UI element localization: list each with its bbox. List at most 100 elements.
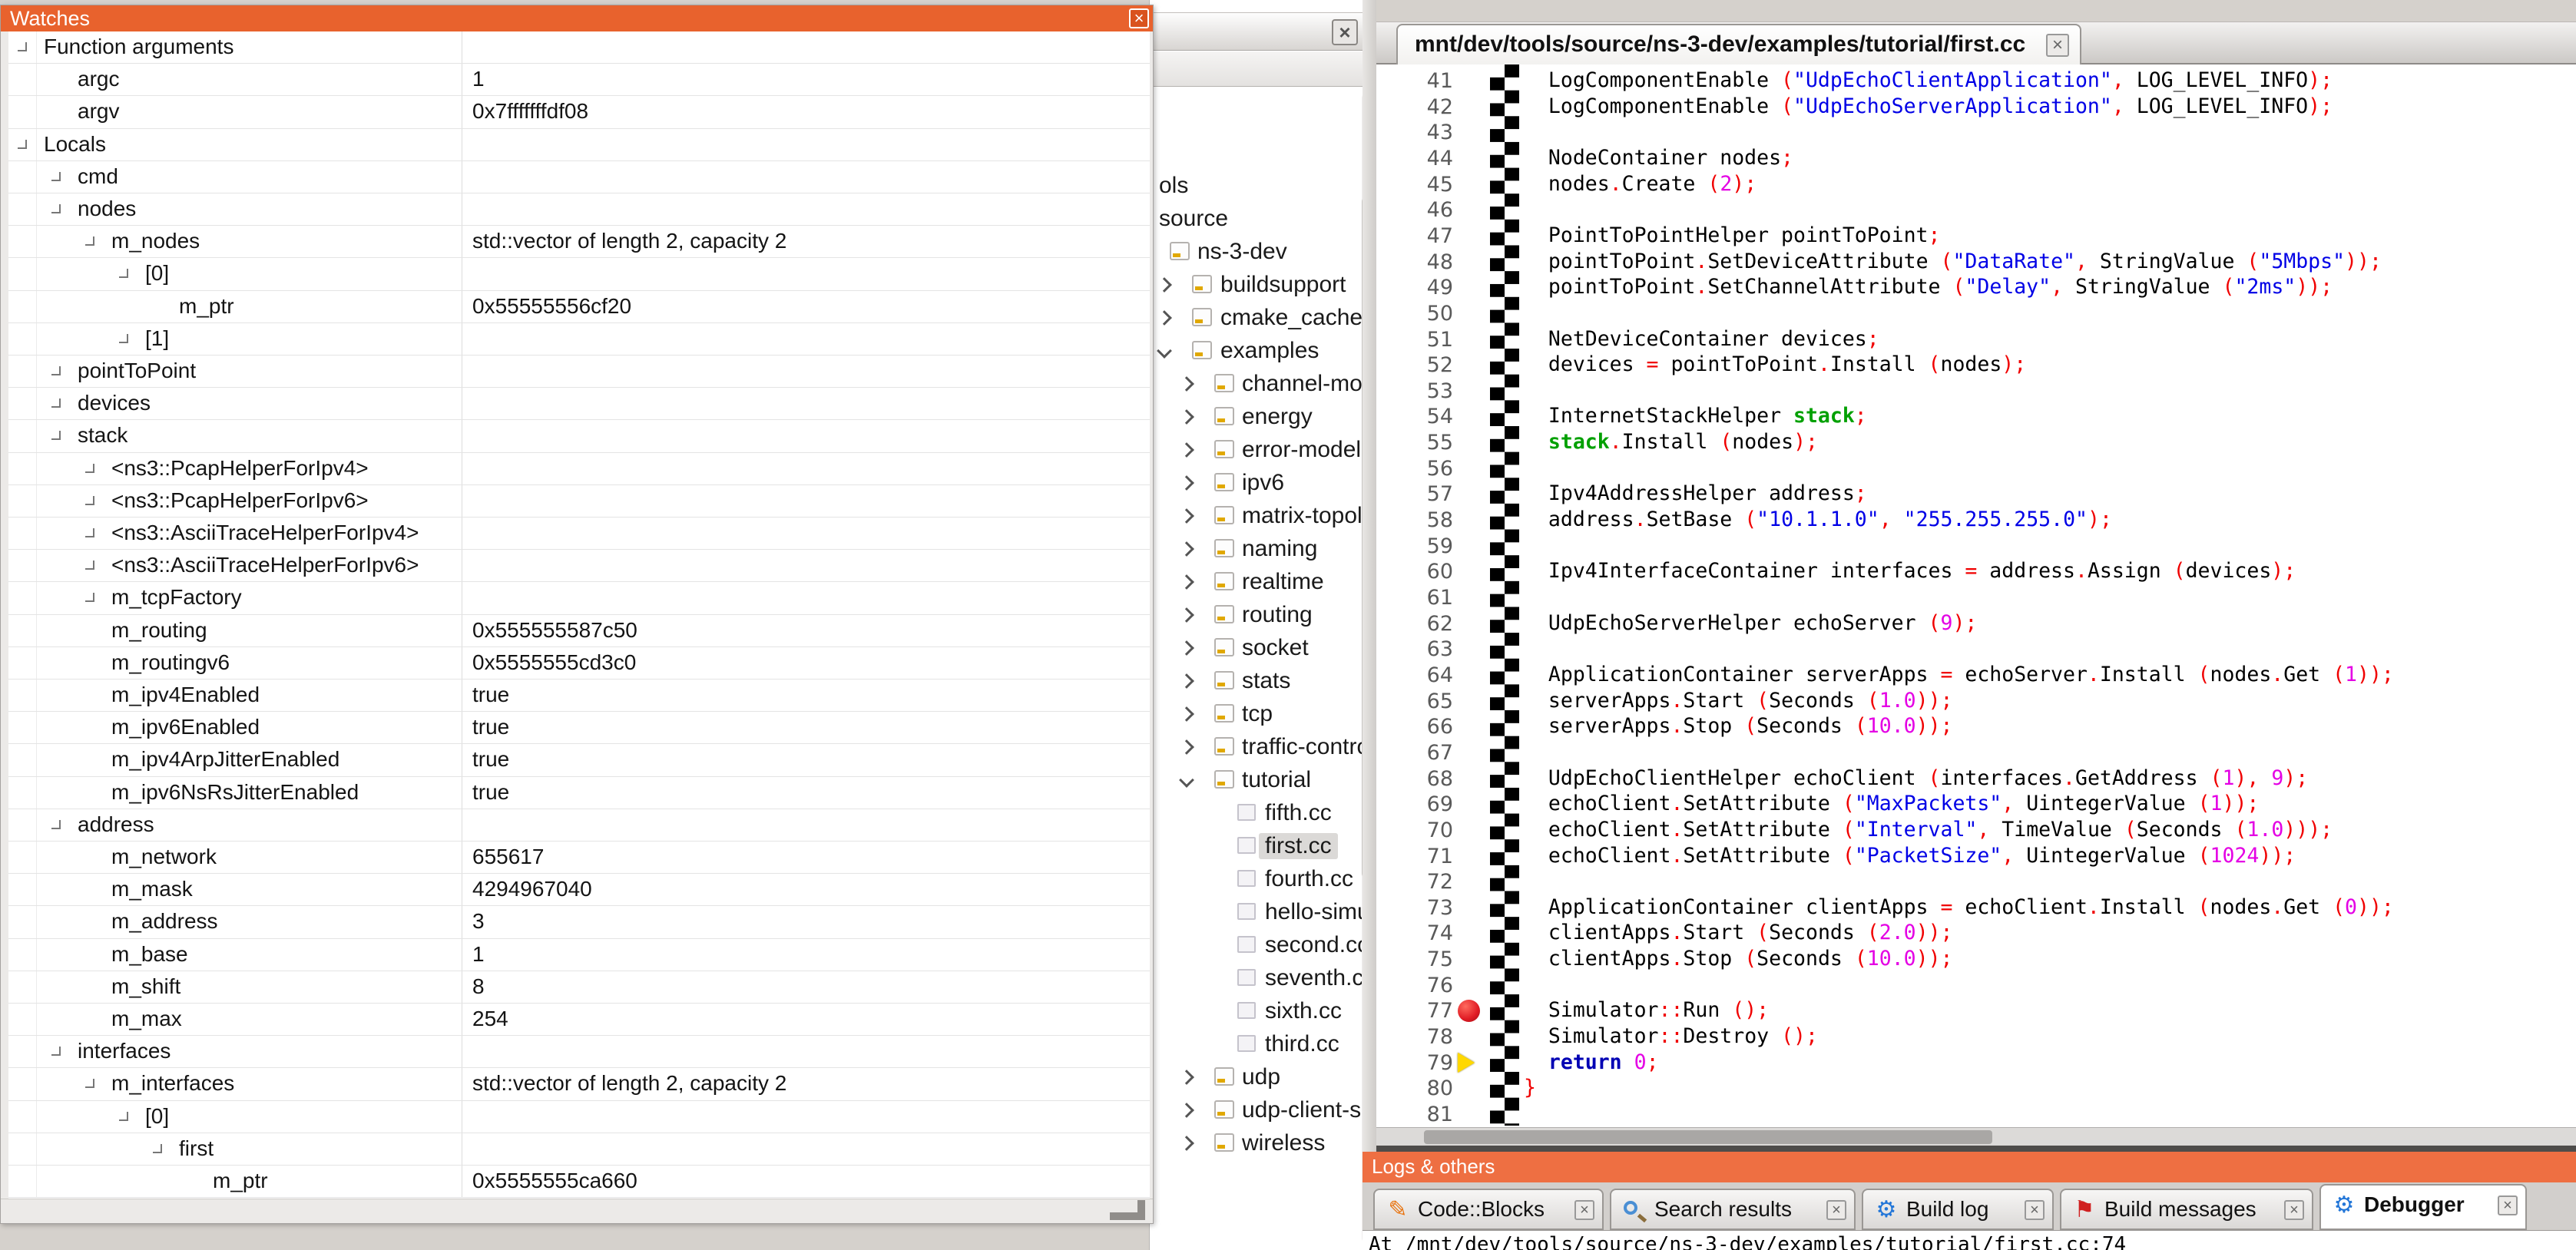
code-line[interactable]: 43	[1376, 119, 2576, 145]
log-tab-build-log[interactable]: ⚙Build log×	[1862, 1189, 2054, 1230]
watch-row[interactable]: <ns3::PcapHelperForIpv6>	[8, 485, 1150, 518]
watch-row[interactable]: argc1	[8, 64, 1150, 96]
line-number[interactable]: 66	[1376, 715, 1453, 739]
chevron-right-icon[interactable]	[51, 172, 61, 181]
code-line[interactable]: 61	[1376, 584, 2576, 610]
watch-row[interactable]: m_network655617	[8, 842, 1150, 874]
line-number[interactable]: 81	[1376, 1103, 1453, 1126]
line-number[interactable]: 79	[1376, 1051, 1453, 1075]
log-tab-code-blocks[interactable]: ✎Code::Blocks×	[1373, 1189, 1604, 1230]
tree-item[interactable]: channel-mod	[1150, 369, 1376, 402]
line-number[interactable]: 51	[1376, 328, 1453, 352]
watch-row[interactable]: m_max254	[8, 1004, 1150, 1036]
chevron-right-icon[interactable]	[1179, 508, 1194, 524]
tree-item[interactable]: traffic-contro	[1150, 732, 1376, 766]
code-line[interactable]: 46	[1376, 197, 2576, 223]
tree-item[interactable]: error-model	[1150, 435, 1376, 468]
watch-row[interactable]: m_base1	[8, 939, 1150, 971]
chevron-down-icon[interactable]	[153, 1144, 162, 1153]
chevron-right-icon[interactable]	[119, 334, 128, 343]
code-line[interactable]: 70 echoClient.SetAttribute ("Interval", …	[1376, 817, 2576, 843]
watch-row[interactable]: <ns3::AsciiTraceHelperForIpv4>	[8, 518, 1150, 550]
tree-item[interactable]: ipv6	[1150, 468, 1376, 501]
chevron-right-icon[interactable]	[1179, 607, 1194, 623]
watch-row[interactable]: cmd	[8, 161, 1150, 193]
tree-item[interactable]: socket	[1150, 633, 1376, 666]
watch-row[interactable]: first	[8, 1133, 1150, 1166]
log-tab-close-button[interactable]: ×	[1826, 1200, 1846, 1220]
line-number[interactable]: 69	[1376, 792, 1453, 816]
watch-row[interactable]: m_routing0x555555587c50	[8, 615, 1150, 647]
watch-row[interactable]: stack	[8, 420, 1150, 452]
chevron-right-icon[interactable]	[85, 528, 94, 537]
line-number[interactable]: 65	[1376, 689, 1453, 713]
code-line[interactable]: 47 PointToPointHelper pointToPoint;	[1376, 223, 2576, 249]
editor-horizontal-scrollbar[interactable]	[1376, 1127, 2576, 1146]
tree-item[interactable]: udp-client-ser	[1150, 1096, 1376, 1129]
tree-item[interactable]: ns-3-dev	[1150, 237, 1376, 270]
code-line[interactable]: 63	[1376, 636, 2576, 662]
tree-item[interactable]: tutorial	[1150, 766, 1376, 799]
line-number[interactable]: 54	[1376, 405, 1453, 428]
tree-item[interactable]: source	[1150, 204, 1376, 237]
tree-item[interactable]: hello-simul	[1150, 898, 1376, 931]
code-line[interactable]: 60 Ipv4InterfaceContainer interfaces = a…	[1376, 558, 2576, 584]
code-line[interactable]: 69 echoClient.SetAttribute ("MaxPackets"…	[1376, 791, 2576, 817]
code-line[interactable]: 62 UdpEchoServerHelper echoServer (9);	[1376, 610, 2576, 637]
log-tab-close-button[interactable]: ×	[2025, 1200, 2045, 1220]
watches-close-button[interactable]: ×	[1129, 8, 1149, 28]
log-tab-close-button[interactable]: ×	[2498, 1195, 2518, 1215]
tree-item[interactable]: fifth.cc	[1150, 799, 1376, 832]
code-line[interactable]: 57 Ipv4AddressHelper address;	[1376, 481, 2576, 507]
tree-item[interactable]: seventh.cc	[1150, 964, 1376, 997]
line-number[interactable]: 75	[1376, 947, 1453, 971]
files-panel-close-button[interactable]: ×	[1332, 19, 1358, 45]
chevron-down-icon[interactable]	[85, 236, 94, 246]
line-number[interactable]: 68	[1376, 767, 1453, 791]
watch-row[interactable]: Locals	[8, 129, 1150, 161]
tree-item[interactable]: ols	[1150, 171, 1376, 204]
chevron-right-icon[interactable]	[1157, 277, 1172, 293]
code-line[interactable]: 81	[1376, 1101, 2576, 1127]
watch-row[interactable]: m_ipv4ArpJitterEnabledtrue	[8, 744, 1150, 776]
chevron-right-icon[interactable]	[1179, 409, 1194, 425]
line-number[interactable]: 52	[1376, 353, 1453, 377]
code-line[interactable]: 80}	[1376, 1075, 2576, 1101]
code-line[interactable]: 41 LogComponentEnable ("UdpEchoClientApp…	[1376, 68, 2576, 94]
chevron-right-icon[interactable]	[51, 366, 61, 375]
watch-row[interactable]: m_ptr0x5555555ca660	[8, 1166, 1150, 1198]
code-line[interactable]: 73 ApplicationContainer clientApps = ech…	[1376, 895, 2576, 921]
chevron-right-icon[interactable]	[1179, 442, 1194, 458]
tree-item[interactable]: udp	[1150, 1063, 1376, 1096]
watch-row[interactable]: m_address3	[8, 906, 1150, 938]
chevron-down-icon[interactable]	[51, 820, 61, 829]
watch-row[interactable]: nodes	[8, 193, 1150, 226]
tree-item[interactable]: examples	[1150, 336, 1376, 369]
watch-row[interactable]: pointToPoint	[8, 355, 1150, 388]
line-number[interactable]: 72	[1376, 870, 1453, 894]
line-number[interactable]: 59	[1376, 534, 1453, 558]
chevron-right-icon[interactable]	[51, 398, 61, 408]
line-number[interactable]: 47	[1376, 224, 1453, 248]
logs-header[interactable]: Logs & others	[1362, 1152, 2576, 1182]
line-number[interactable]: 50	[1376, 302, 1453, 326]
line-number[interactable]: 42	[1376, 95, 1453, 119]
line-number[interactable]: 56	[1376, 457, 1453, 481]
chevron-right-icon[interactable]	[85, 496, 94, 505]
tree-item[interactable]: third.cc	[1150, 1030, 1376, 1063]
breakpoint-icon[interactable]	[1458, 1000, 1480, 1022]
log-tab-close-button[interactable]: ×	[2284, 1200, 2304, 1220]
tree-item[interactable]: sixth.cc	[1150, 997, 1376, 1030]
watch-row[interactable]: m_ipv4Enabledtrue	[8, 680, 1150, 712]
chevron-right-icon[interactable]	[1157, 310, 1172, 326]
code-line[interactable]: 77 Simulator::Run ();	[1376, 997, 2576, 1023]
line-number[interactable]: 67	[1376, 741, 1453, 765]
watch-row[interactable]: interfaces	[8, 1036, 1150, 1068]
code-line[interactable]: 67	[1376, 739, 2576, 766]
file-tree[interactable]: olssourcens-3-devbuildsupportcmake_cache…	[1150, 87, 1376, 1250]
line-number[interactable]: 80	[1376, 1076, 1453, 1100]
code-line[interactable]: 56	[1376, 455, 2576, 481]
chevron-down-icon[interactable]	[18, 42, 27, 51]
watch-row[interactable]: address	[8, 809, 1150, 842]
line-number[interactable]: 60	[1376, 560, 1453, 584]
